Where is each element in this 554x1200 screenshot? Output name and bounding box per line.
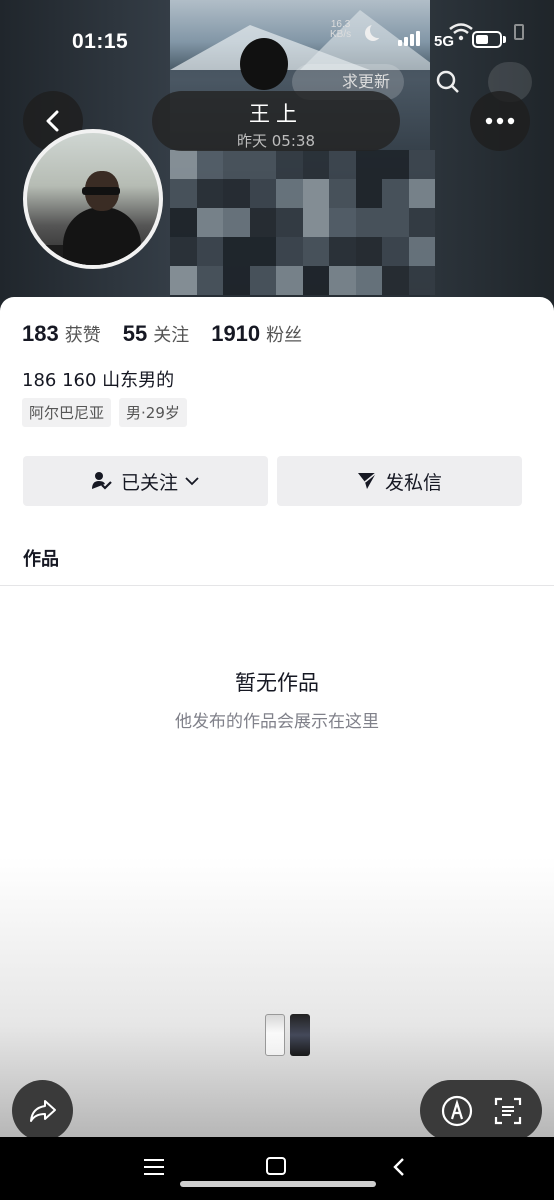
recent-apps-button[interactable]: [144, 1159, 164, 1180]
user-check-icon: [91, 472, 112, 490]
bio-text: 186 160 山东男的: [22, 370, 175, 391]
profile-screen: 01:15 16.3 KB/s 5G 求更新 王上 昨天 05:38 183 获…: [0, 0, 554, 1200]
tag-gender-age: 男·29岁: [119, 398, 187, 427]
vibrate-icon: [514, 24, 524, 40]
empty-state-title: 暂无作品: [235, 671, 319, 695]
network-speed: 16.3 KB/s: [330, 19, 352, 40]
thumbnail-2[interactable]: [290, 1014, 310, 1056]
share-arrow-icon: [29, 1099, 56, 1122]
wifi-icon: [449, 23, 473, 41]
battery-icon: [472, 31, 502, 48]
chevron-down-icon: [185, 477, 199, 486]
system-back-button[interactable]: [392, 1157, 406, 1177]
more-button[interactable]: [470, 91, 530, 151]
empty-state-subtitle: 他发布的作品会展示在这里: [175, 712, 379, 732]
stat-followers[interactable]: 1910 粉丝: [211, 321, 302, 347]
divider: [0, 585, 554, 586]
avatar[interactable]: [23, 129, 163, 269]
tab-works[interactable]: 作品: [23, 545, 59, 571]
send-message-button[interactable]: 发私信: [277, 456, 522, 506]
thumbnail-1[interactable]: [265, 1014, 285, 1056]
scan-text-icon[interactable]: [493, 1096, 523, 1126]
followed-button[interactable]: 已关注: [23, 456, 268, 506]
followed-label: 已关注: [120, 471, 178, 494]
stat-likes[interactable]: 183 获赞: [22, 321, 101, 347]
profile-sheet: 183 获赞 55 关注 1910 粉丝 186 160 山东男的 阿尔巴尼亚 男·2…: [0, 297, 554, 1137]
screenshot-tools: [420, 1080, 542, 1141]
page-title: 王上: [249, 102, 303, 126]
status-time: 01:15: [72, 30, 129, 53]
page-subtitle: 昨天 05:38: [237, 132, 315, 150]
system-nav-bar: [0, 1137, 554, 1200]
tag-location: 阿尔巴尼亚: [22, 398, 112, 427]
send-message-label: 发私信: [384, 471, 442, 494]
pixelated-region: [170, 150, 435, 295]
send-icon: [357, 472, 377, 489]
home-indicator[interactable]: [180, 1181, 376, 1187]
stats-row: 183 获赞 55 关注 1910 粉丝: [22, 321, 324, 347]
home-button[interactable]: [266, 1157, 286, 1175]
do-not-disturb-icon: [370, 22, 386, 38]
chevron-left-icon: [46, 110, 59, 132]
more-dots-icon: [485, 117, 515, 125]
header-title-pill: 王上 昨天 05:38: [152, 91, 400, 151]
search-icon[interactable]: [428, 64, 468, 100]
signal-icon: [398, 31, 420, 46]
share-button[interactable]: [12, 1080, 73, 1141]
screenshot-thumbnails[interactable]: [265, 1014, 310, 1056]
stat-following[interactable]: 55 关注: [123, 321, 189, 347]
status-bar: 01:15 16.3 KB/s 5G: [0, 0, 554, 80]
edit-pen-icon[interactable]: [440, 1094, 474, 1128]
profile-tags: 阿尔巴尼亚 男·29岁: [22, 398, 187, 427]
